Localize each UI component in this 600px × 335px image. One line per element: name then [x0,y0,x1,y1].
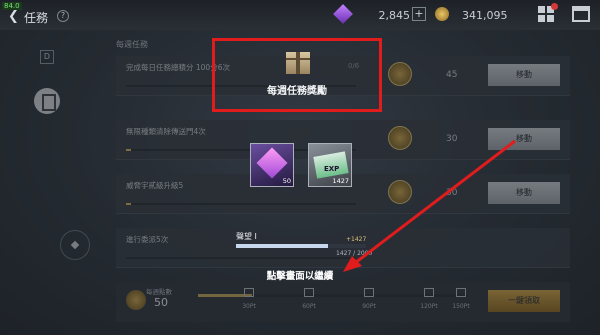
annotation-arrow [343,139,516,272]
game-screen[interactable]: 84.0 ❮ 任務 ? 2,845 + 341,095 D 每週任務 完成每日任… [0,0,600,335]
